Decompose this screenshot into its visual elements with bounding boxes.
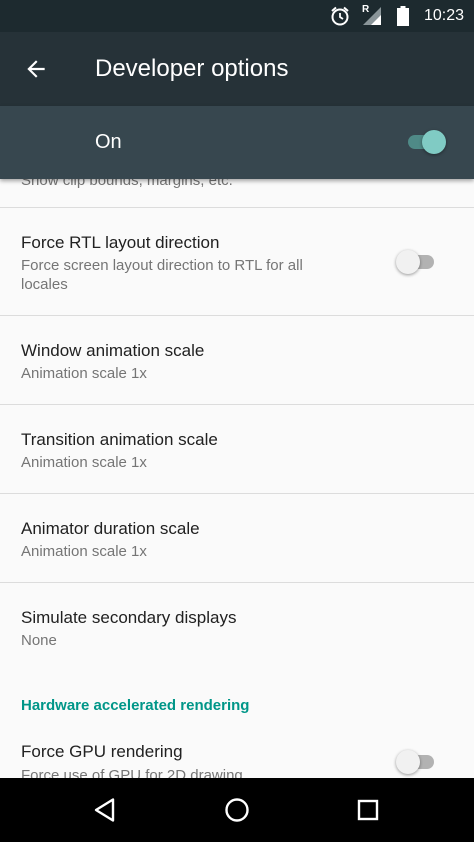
- force-rtl-switch[interactable]: [396, 248, 436, 276]
- master-switch-label: On: [95, 131, 122, 153]
- list-item-simulate-secondary-displays[interactable]: Simulate secondary displays None: [0, 582, 474, 679]
- item-title: Animator duration scale: [21, 519, 200, 538]
- item-title: Transition animation scale: [21, 430, 218, 449]
- navigation-bar: [0, 778, 474, 842]
- recents-square-icon: [357, 799, 379, 821]
- arrow-back-icon: [27, 60, 45, 78]
- list-item-window-animation-scale[interactable]: Window animation scale Animation scale 1…: [0, 315, 474, 405]
- force-gpu-switch[interactable]: [396, 748, 436, 776]
- item-title: Simulate secondary displays: [21, 608, 237, 627]
- switch-thumb: [396, 250, 420, 274]
- app-bar: Developer options: [0, 32, 474, 106]
- nav-recents-button[interactable]: [348, 790, 388, 830]
- master-switch[interactable]: [406, 128, 446, 156]
- page-title: Developer options: [95, 55, 289, 82]
- back-button[interactable]: [16, 49, 56, 89]
- nav-home-button[interactable]: [217, 790, 257, 830]
- list-item-force-gpu-rendering[interactable]: Force GPU rendering Force use of GPU for…: [0, 727, 474, 778]
- item-title: Force RTL layout direction: [21, 233, 220, 252]
- list-item-force-rtl[interactable]: Force RTL layout direction Force screen …: [0, 207, 474, 316]
- item-summary: Animation scale 1x: [21, 454, 147, 471]
- home-circle-icon: [225, 798, 249, 822]
- category-header: Hardware accelerated rendering: [21, 697, 250, 714]
- settings-list[interactable]: Show clip bounds, margins, etc. Force RT…: [0, 179, 474, 778]
- switch-thumb: [396, 750, 420, 774]
- screen: R 10:23 Developer options On Show clip b…: [0, 0, 474, 842]
- item-summary: None: [21, 632, 57, 649]
- back-triangle-icon: [94, 798, 115, 822]
- item-title: Force GPU rendering: [21, 742, 183, 761]
- item-title: Window animation scale: [21, 341, 205, 360]
- item-summary: Force use of GPU for 2D drawing: [21, 767, 243, 778]
- list-item-transition-animation-scale[interactable]: Transition animation scale Animation sca…: [0, 404, 474, 494]
- battery-icon: [396, 6, 410, 31]
- list-item-animator-duration-scale[interactable]: Animator duration scale Animation scale …: [0, 493, 474, 583]
- item-summary: Animation scale 1x: [21, 543, 147, 560]
- nav-back-button[interactable]: [85, 790, 125, 830]
- status-clock: 10:23: [423, 7, 464, 24]
- roaming-badge: R: [362, 4, 370, 15]
- alarm-icon: [329, 5, 351, 32]
- item-summary: Animation scale 1x: [21, 365, 147, 382]
- list-item-partial[interactable]: Show clip bounds, margins, etc.: [0, 179, 474, 207]
- switch-thumb: [422, 130, 446, 154]
- item-summary: Show clip bounds, margins, etc.: [21, 179, 233, 189]
- status-bar: R 10:23: [0, 0, 474, 32]
- master-switch-bar[interactable]: On: [0, 106, 474, 179]
- item-summary: Force screen layout direction to RTL for…: [21, 257, 303, 293]
